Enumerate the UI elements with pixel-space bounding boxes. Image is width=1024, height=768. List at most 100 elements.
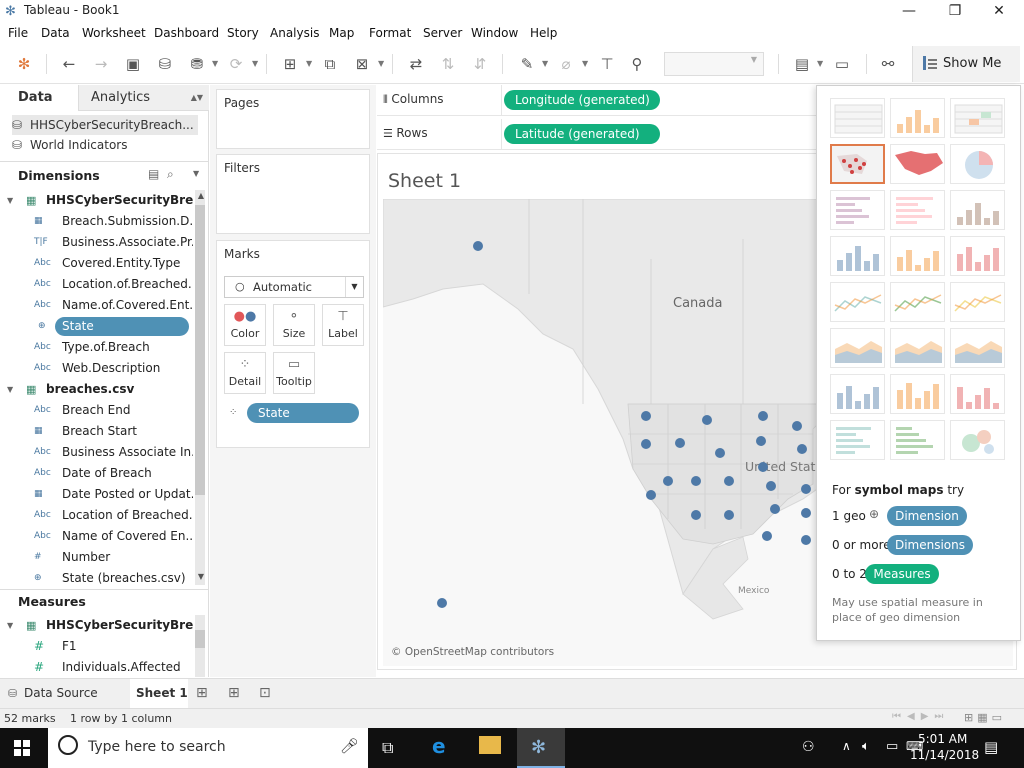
new-worksheet-tab-icon[interactable]: ⊞ [196,679,214,708]
refresh-dropdown-icon[interactable]: ▼ [252,52,258,76]
dimension-group[interactable]: ▼ ▦ HHSCyberSecurityBre... [0,190,193,211]
state-point[interactable] [724,476,734,486]
windows-start-icon[interactable] [14,740,30,756]
dimension-field[interactable]: ▦ Breach.Submission.D... [0,211,193,232]
tooltip-button[interactable]: ▭ Tooltip [273,352,315,394]
taskbar-search-box[interactable]: Type here to search 🎤︎ [48,728,368,768]
share-icon[interactable]: ⚯ [876,52,900,76]
tab-data[interactable]: Data [0,85,78,111]
tab-sheet-1[interactable]: Sheet 1 [130,679,188,708]
tab-data-source[interactable]: ⛁ Data Source [0,679,130,708]
state-point[interactable] [801,484,811,494]
label-button[interactable]: ⊤ Label [322,304,364,346]
dimension-field[interactable]: Abc Date of Breach [0,463,193,484]
edge-icon[interactable]: e [432,734,446,758]
menu-map[interactable]: Map [329,26,354,40]
symbol-map-chart-thumb[interactable] [830,144,885,184]
new-worksheet-icon[interactable]: ⊞ [278,52,302,76]
menu-story[interactable]: Story [227,26,259,40]
state-point[interactable] [766,481,776,491]
area-discrete-chart-thumb[interactable] [890,328,945,368]
dimension-field[interactable]: T|F Business.Associate.Pr... [0,232,193,253]
clear-sheet-icon[interactable]: ⊠ [350,52,374,76]
group-members-icon[interactable]: ⌀ [554,52,578,76]
highlight-table-chart-thumb[interactable] [950,98,1005,138]
dimension-field[interactable]: ⊕ State [0,316,193,337]
tableau-taskbar-button[interactable]: ✻ [517,728,565,768]
state-point[interactable] [797,444,807,454]
sort-descending-icon[interactable]: ⇵ [468,52,492,76]
area-continuous-chart-thumb[interactable] [830,328,885,368]
state-point[interactable] [702,415,712,425]
packed-bubbles-chart-thumb[interactable] [950,420,1005,460]
state-point[interactable] [770,504,780,514]
measure-field[interactable]: # F1 [0,636,193,657]
measure-group[interactable]: ▼ ▦ HHSCyberSecurityBre... [0,615,193,636]
scroll-down-icon[interactable]: ▼ [198,572,204,581]
highlight-icon[interactable]: ✎ [515,52,539,76]
dimension-field[interactable]: # Number [0,547,193,568]
view-list-icon[interactable]: ▤ [148,167,159,181]
duplicate-sheet-icon[interactable]: ⧉ [318,52,342,76]
datasource-item[interactable]: ⛁ HHSCyberSecurityBreach... [12,115,198,135]
menu-server[interactable]: Server [423,26,462,40]
show-mark-labels-icon[interactable]: ⊤ [595,52,619,76]
collapse-caret-icon[interactable]: ▼ [7,190,13,211]
mark-type-dropdown[interactable]: ○ Automatic ▼ [224,276,364,298]
sheet-nav-icons[interactable]: ⏮◀▶⏭ [892,711,949,722]
tray-chevron-icon[interactable]: ∧ [842,739,851,753]
state-point[interactable] [646,490,656,500]
pause-updates-icon[interactable]: ⛃ [185,52,209,76]
search-icon[interactable]: ⌕ [167,167,174,182]
circle-view-chart-thumb[interactable] [890,236,945,276]
collapse-caret-icon[interactable]: ▼ [7,379,13,400]
treemap-chart-thumb[interactable] [830,236,885,276]
color-button[interactable]: ●● Color [224,304,266,346]
presentation-mode-icon[interactable]: ▭ [830,52,854,76]
refresh-icon[interactable]: ⟳ [224,52,248,76]
measures-scroll-thumb[interactable] [195,630,205,648]
redo-icon[interactable]: → [89,52,113,76]
pie-chart-chart-thumb[interactable] [950,144,1005,184]
horizontal-bars-chart-thumb[interactable] [830,190,885,230]
state-detail-pill[interactable]: State [247,403,359,423]
dimension-field[interactable]: ▦ Date Posted or Updat... [0,484,193,505]
dimension-group[interactable]: ▼ ▦ breaches.csv [0,379,193,400]
clock-time[interactable]: 5:01 AM [918,732,967,746]
show-cards-icon[interactable]: ▤ [790,52,814,76]
network-icon[interactable]: ▭ [886,739,898,754]
state-point[interactable] [724,510,734,520]
sort-ascending-icon[interactable]: ⇅ [436,52,460,76]
dimension-field[interactable]: Abc Breach End [0,400,193,421]
histogram-chart-thumb[interactable] [890,374,945,414]
action-center-icon[interactable]: ▤ [984,738,998,756]
dual-combination-chart-thumb[interactable] [950,328,1005,368]
task-view-icon[interactable]: ⧉ [382,738,393,758]
dimension-field[interactable]: Abc Location of Breached... [0,505,193,526]
sheet-title[interactable]: Sheet 1 [388,170,461,192]
minimize-button[interactable]: — [886,0,932,22]
state-point[interactable] [756,436,766,446]
pause-dropdown-icon[interactable]: ▼ [212,52,218,76]
pages-shelf[interactable]: Pages [216,89,370,149]
heat-map-chart-thumb[interactable] [890,98,945,138]
text-table-chart-thumb[interactable] [830,98,885,138]
clear-dropdown-icon[interactable]: ▼ [378,52,384,76]
menu-file[interactable]: File [8,26,28,40]
state-point[interactable] [473,241,483,251]
fit-dropdown[interactable]: ▼ [664,52,764,76]
file-explorer-icon[interactable] [479,736,501,754]
state-point[interactable] [758,462,768,472]
new-story-tab-icon[interactable]: ⊡ [259,679,277,708]
collapse-caret-icon[interactable]: ▼ [7,615,13,636]
microphone-icon[interactable]: 🎤︎ [340,737,359,755]
dimensions-scroll-thumb[interactable] [195,205,205,495]
tableau-home-icon[interactable]: ✻ [12,52,36,76]
state-point[interactable] [641,439,651,449]
new-datasource-icon[interactable]: ⛁ [153,52,177,76]
filled-map-chart-thumb[interactable] [890,144,945,184]
menu-help[interactable]: Help [530,26,557,40]
state-point[interactable] [792,421,802,431]
measure-field[interactable]: # Individuals.Affected [0,657,193,678]
state-point[interactable] [691,510,701,520]
